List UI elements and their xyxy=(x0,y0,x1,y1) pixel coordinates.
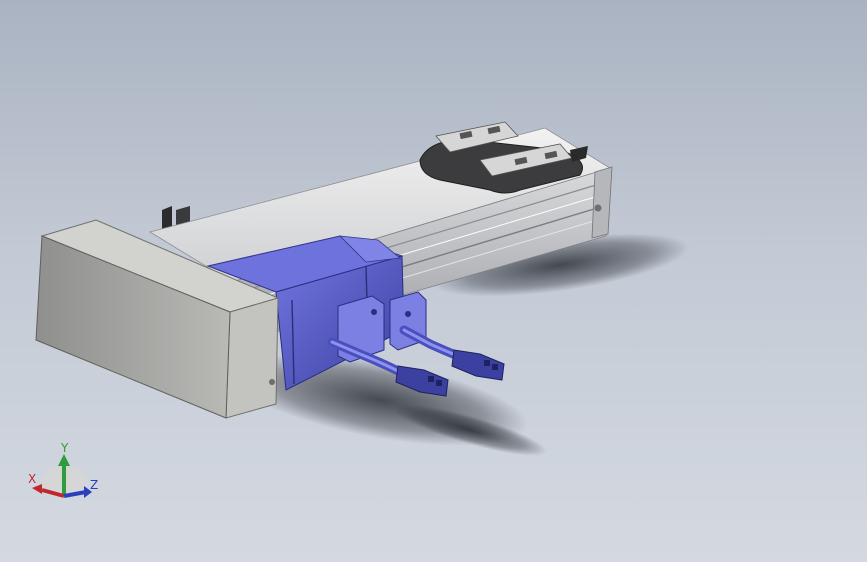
y-arrow-icon xyxy=(58,454,70,466)
actuator-model[interactable] xyxy=(0,0,867,562)
axis-triad[interactable]: Y X Z xyxy=(20,440,110,510)
x-axis-label: X xyxy=(28,472,36,486)
z-axis-label: Z xyxy=(90,478,98,492)
cad-viewport[interactable]: Y X Z xyxy=(0,0,867,562)
y-axis-label: Y xyxy=(60,441,69,455)
